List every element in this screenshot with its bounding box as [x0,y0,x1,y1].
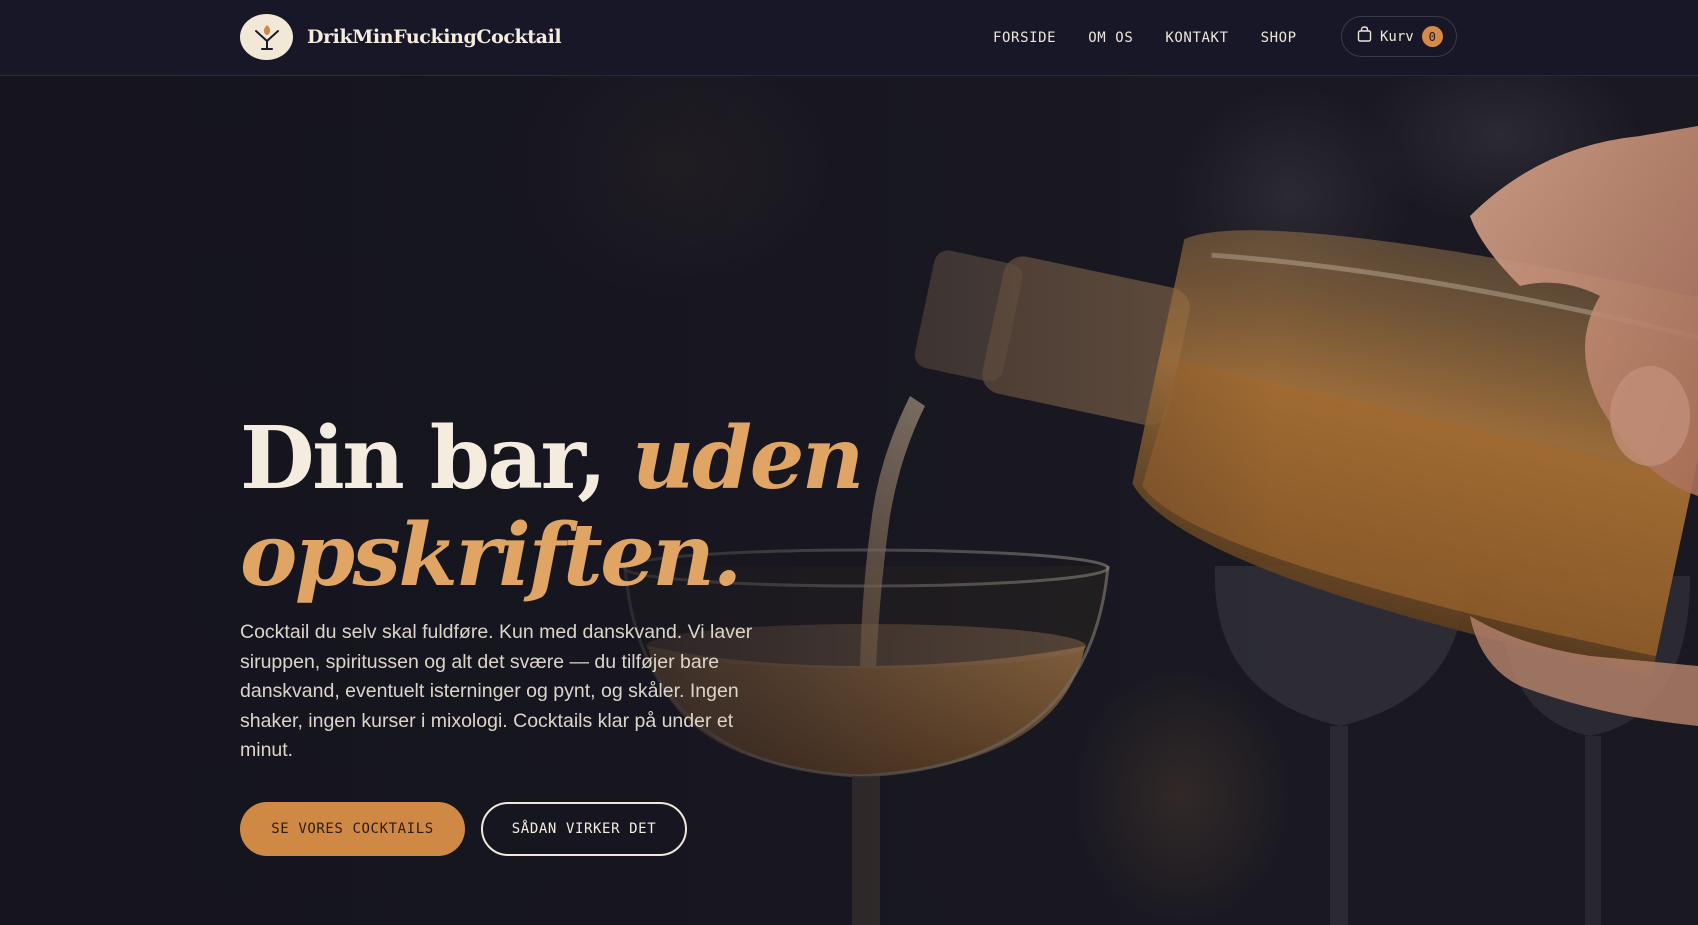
hero-title-main: Din bar, [240,408,607,509]
brand-logo-link[interactable]: DrikMinFuckingCocktail [240,14,562,60]
cart-button[interactable]: Kurv 0 [1341,16,1457,57]
nav-item-forside[interactable]: FORSIDE [993,28,1056,48]
main-nav: FORSIDE OM OS KONTAKT SHOP [993,28,1297,48]
cart-count-badge: 0 [1421,26,1443,47]
hero-title: Din bar, uden opskriften. [240,410,880,604]
how-it-works-button[interactable]: SÅDAN VIRKER DET [481,802,687,856]
nav-item-shop[interactable]: SHOP [1261,28,1297,48]
nav-item-om-os[interactable]: OM OS [1088,28,1133,48]
cart-label: Kurv [1380,28,1414,45]
hero-section: Din bar, uden opskriften. Cocktail du se… [240,410,880,766]
hero-cta-row: SE VORES COCKTAILS SÅDAN VIRKER DET [240,802,687,856]
nav-item-kontakt[interactable]: KONTAKT [1165,28,1228,48]
see-cocktails-button[interactable]: SE VORES COCKTAILS [240,802,465,856]
page: DrikMinFuckingCocktail FORSIDE OM OS KON… [0,0,1698,925]
brand-name: DrikMinFuckingCocktail [307,26,562,48]
cocktail-glass-icon [240,14,293,60]
hero-description: Cocktail du selv skal fuldføre. Kun med … [240,621,753,761]
site-header: DrikMinFuckingCocktail FORSIDE OM OS KON… [0,0,1698,76]
shopping-bag-icon [1357,26,1372,47]
